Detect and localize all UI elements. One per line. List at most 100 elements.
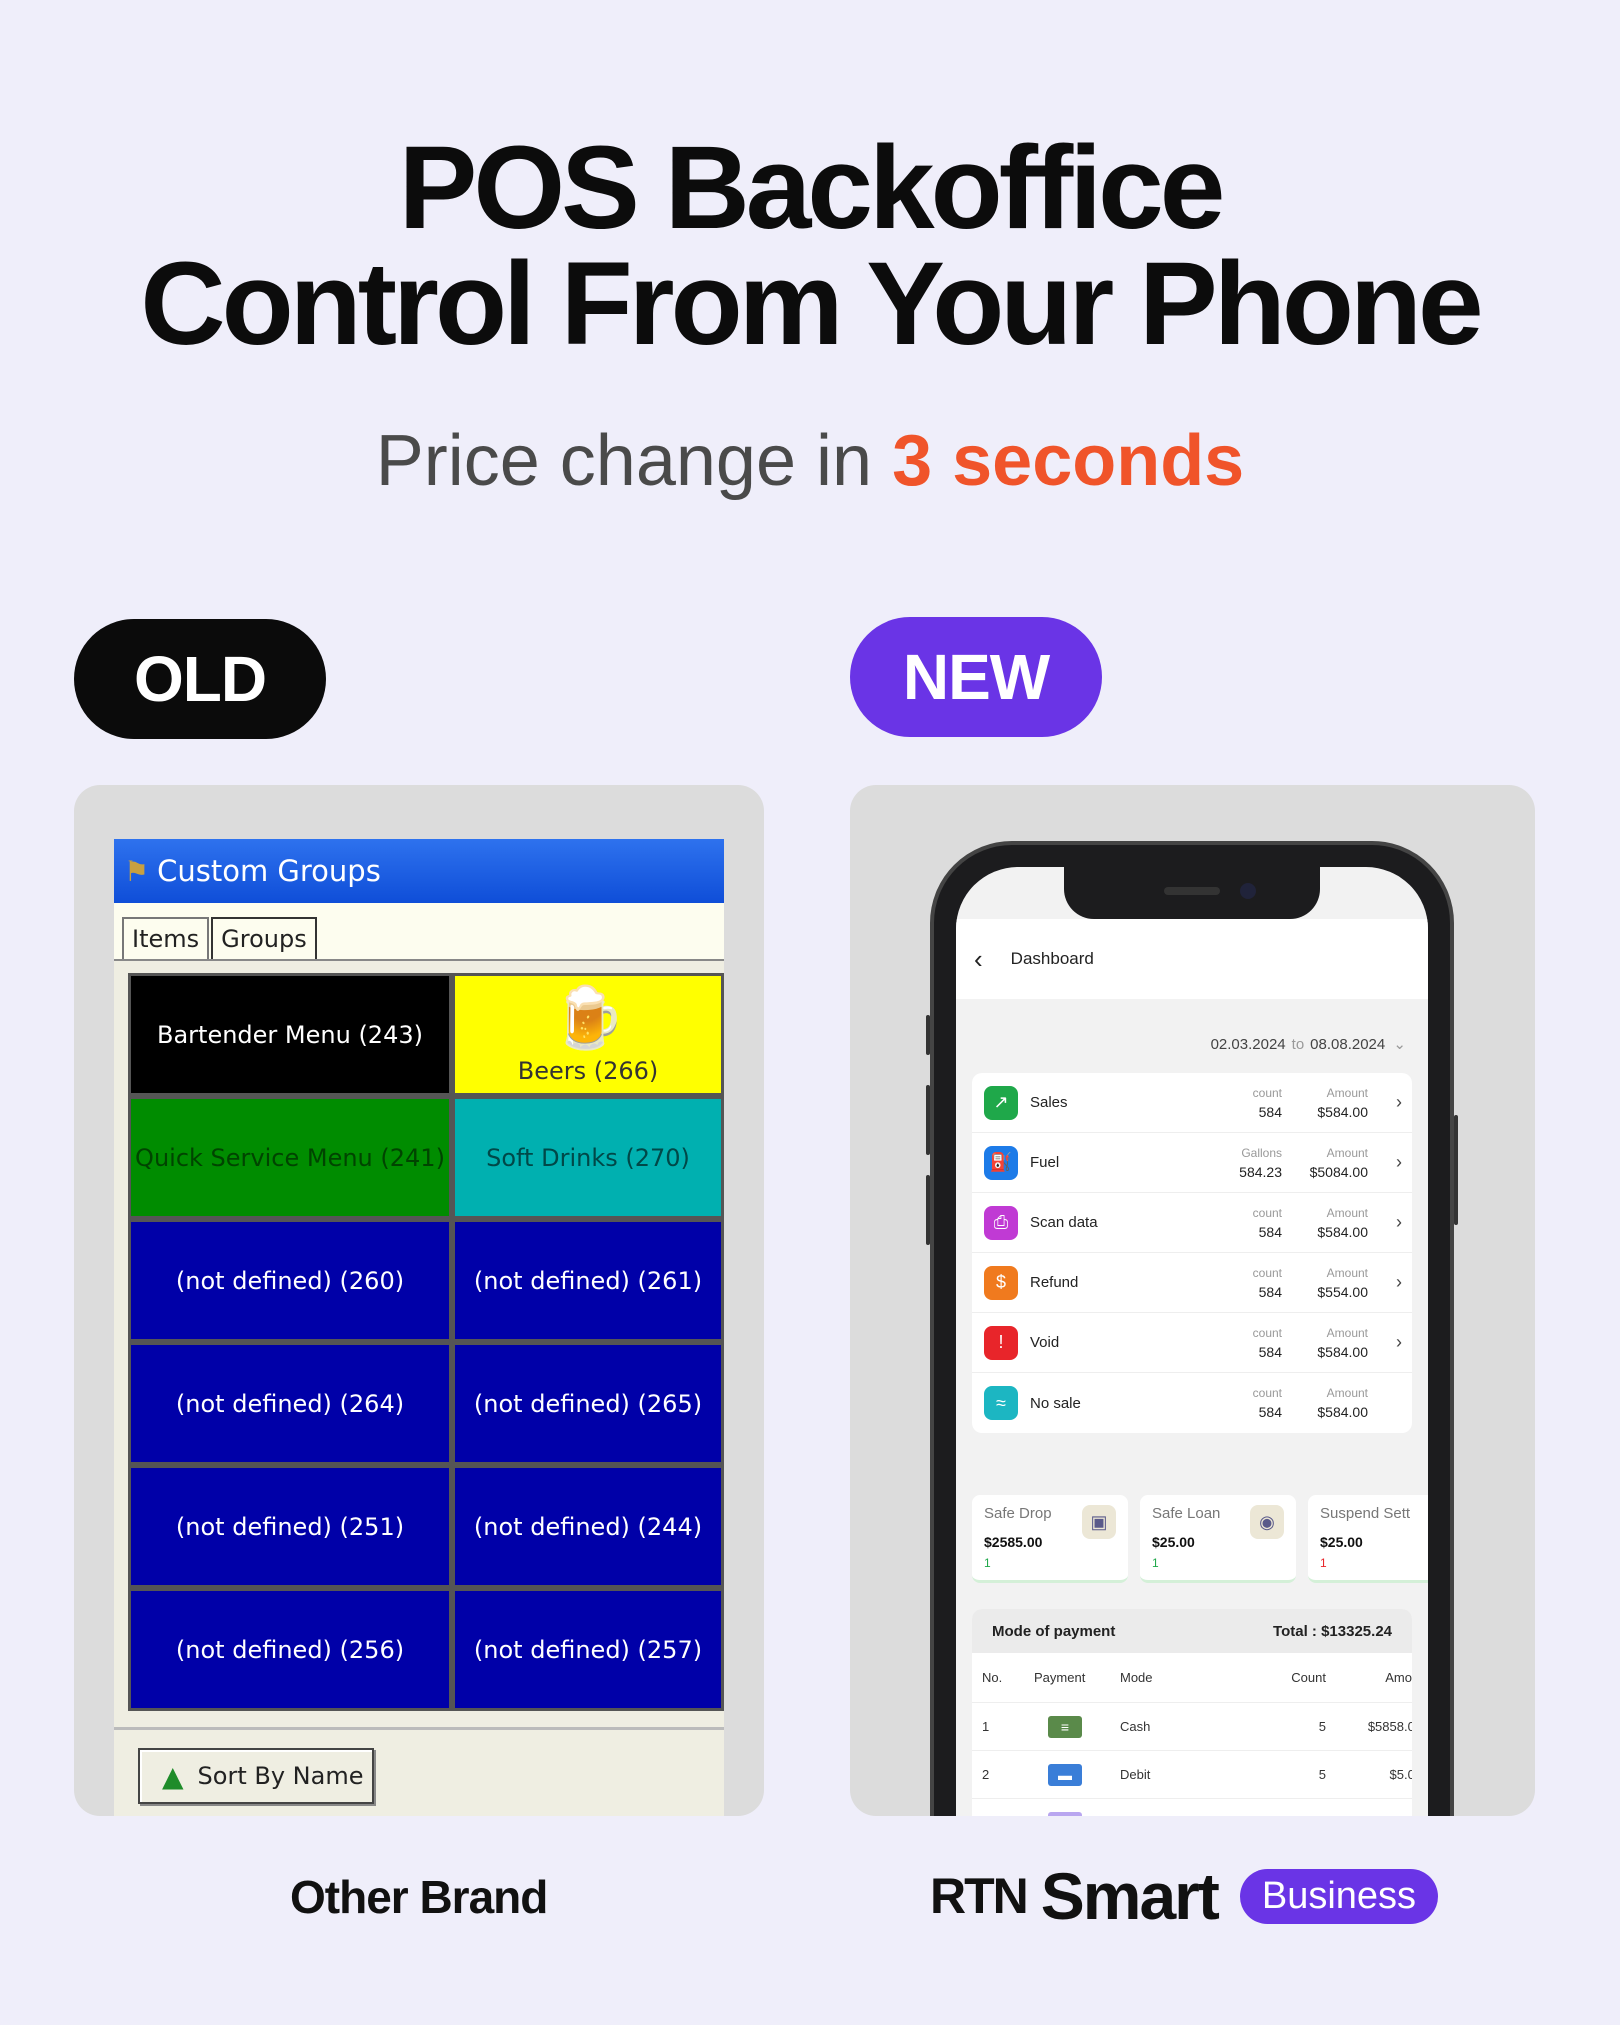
tab-items[interactable]: Items [122,917,210,959]
metric-amount: Amount $584.00 [1317,1206,1368,1240]
metric-amount-value: $584.00 [1317,1343,1368,1360]
metric-amount: Amount $5084.00 [1310,1146,1368,1180]
brand-smart: Smart [1040,1859,1220,1933]
group-cell[interactable]: Bartender Menu (243) [128,973,452,1096]
date-to: 08.08.2024 [1310,1036,1386,1053]
group-cell[interactable]: 🍺 Beers (266) [452,973,724,1096]
metric-amount-caption: Amount [1326,1265,1368,1280]
metric-count: count 584 [1253,1206,1282,1240]
payment-amount: $5858.00 [1326,1719,1412,1734]
metric-count-caption: count [1252,1205,1282,1220]
payment-rows: 1 ≡ Cash 5 $5858.00 2▬Debit5$5.003▬Credit8$5.… [972,1703,1412,1816]
group-cell-label: (not defined) (257) [473,1635,703,1664]
group-grid: Bartender Menu (243) 🍺 Beers (266) Quick Se… [128,973,724,1711]
col-no: No. [982,1670,1003,1685]
metric-label: Sales [1030,1094,1068,1111]
group-cell[interactable]: (not defined) (257) [452,1588,724,1711]
summary-card[interactable]: Suspend Sett $25.00 1 [1308,1495,1428,1583]
brand-business-badge: Business [1239,1868,1439,1924]
card-count: 1 [1320,1556,1327,1570]
chevron-down-icon: ⌄ [1393,1036,1406,1053]
payment-row[interactable]: 2 ▬ Debit 5$5.00 [972,1751,1412,1799]
group-cell[interactable]: (not defined) (261) [452,1219,724,1342]
phone-screen: ‹ Dashboard 02.03.2024 to 08.08.2024 ⌄ ↗ Sa… [956,867,1428,1816]
group-cell[interactable]: (not defined) (256) [128,1588,452,1711]
group-cell-label: (not defined) (244) [473,1512,703,1541]
metric-row-void[interactable]: ! Void count 584 Amount $584.00 › [972,1313,1412,1373]
phone-mute-switch [926,1015,930,1055]
group-cell-label: Bartender Menu (243) [157,1020,423,1049]
cash-icon: ≡ [1048,1715,1082,1738]
safe-drop-icon: ▣ [1082,1505,1116,1539]
new-panel: ‹ Dashboard 02.03.2024 to 08.08.2024 ⌄ ↗ Sa… [850,785,1535,1816]
payment-mode: Credit [1120,1815,1240,1816]
metric-amount-caption: Amount [1326,1325,1368,1340]
back-arrow-icon[interactable]: ‹ [974,944,983,975]
chevron-right-icon[interactable]: › [1396,1332,1402,1353]
headline-line-2: Control From Your Phone [140,238,1483,370]
dashboard-title: Dashboard [1010,949,1094,968]
group-cell[interactable]: (not defined) (251) [128,1465,452,1588]
date-range-selector[interactable]: 02.03.2024 to 08.08.2024 ⌄ [1211,1035,1406,1053]
group-cell[interactable]: (not defined) (265) [452,1342,724,1465]
metric-count-value: 584 [1258,1343,1282,1360]
group-cell-label: (not defined) (256) [175,1635,405,1664]
tab-groups[interactable]: Groups [211,917,317,959]
payment-title: Mode of payment [992,1622,1116,1640]
metric-amount-value: $584.00 [1317,1223,1368,1240]
sort-by-name-button[interactable]: ▲ Sort By Name [138,1748,374,1804]
chevron-right-icon[interactable]: › [1396,1212,1402,1233]
card-value: $25.00 [1320,1534,1363,1550]
phone-frame: ‹ Dashboard 02.03.2024 to 08.08.2024 ⌄ ↗ Sa… [926,841,1458,1816]
sort-button-label: Sort By Name [197,1762,364,1790]
metric-amount: Amount $584.00 [1317,1386,1368,1420]
metric-row-refund[interactable]: $ Refund count 584 Amount $554.00 › [972,1253,1412,1313]
summary-card[interactable]: Safe Drop $2585.00 1 ▣ [972,1495,1128,1583]
col-mode: Mode [1120,1670,1153,1685]
metric-label: Refund [1030,1274,1079,1291]
metric-label: Void [1030,1334,1060,1351]
summary-card[interactable]: Safe Loan $25.00 1 ◉ [1140,1495,1296,1583]
chevron-right-icon[interactable]: › [1396,1092,1402,1113]
card-count: 1 [984,1556,991,1570]
summary-cards: Safe Drop $2585.00 1 ▣ Safe Loan $25.00 1 ◉ Susp… [972,1495,1428,1583]
payment-row[interactable]: 1 ≡ Cash 5$5858.00 [972,1703,1412,1751]
group-cell[interactable]: (not defined) (260) [128,1219,452,1342]
metric-count-value: 584 [1258,1223,1282,1240]
metric-count-caption: count [1252,1325,1282,1340]
group-cell[interactable]: (not defined) (244) [452,1465,724,1588]
headline-line-1: POS Backoffice [398,122,1226,254]
metric-amount-caption: Amount [1326,1145,1368,1160]
debit-card-icon: ▬ [1048,1763,1082,1786]
group-cell-label: Soft Drinks (270) [486,1143,690,1172]
metric-label: No sale [1030,1394,1081,1412]
payment-row[interactable]: 3 ▬ Credit8$5.00 [972,1799,1412,1816]
metric-row-scan-data[interactable]: ⎙ Scan data count 584 Amount $584.00 › [972,1193,1412,1253]
metric-row-sales[interactable]: ↗ Sales count 584 Amount $584.00 › [972,1073,1412,1133]
metric-amount-caption: Amount [1326,1386,1368,1400]
app-header: ‹ Dashboard [956,919,1428,999]
metric-amount-value: $5084.00 [1309,1163,1368,1180]
headline: POS Backoffice Control From Your Phone [0,122,1620,370]
group-cell[interactable]: (not defined) (264) [128,1342,452,1465]
chevron-right-icon[interactable]: › [1396,1272,1402,1293]
group-cell[interactable]: Soft Drinks (270) [452,1096,724,1219]
payment-count: 8 [1240,1815,1326,1816]
window-tabs: Items Groups [114,903,724,961]
group-cell[interactable]: Quick Service Menu (241) [128,1096,452,1219]
rtn-smart-logo: RTN Smart Business [930,1858,1439,1934]
col-amount: Amount [1385,1670,1412,1685]
payment-no: 1 [982,1719,990,1734]
payment-mode: Cash [1120,1719,1151,1734]
payment-no: 3 [982,1815,1034,1816]
mode-of-payment-table: Mode of payment Total : $13325.24 No. Pa… [972,1609,1412,1816]
metric-row-fuel[interactable]: ⛽ Fuel Gallons 584.23 Amount $5084.00 › [972,1133,1412,1193]
metric-amount-value: $554.00 [1317,1283,1368,1300]
metric-row-no-sale: ≈ No sale count 584 Amount $584.00 [972,1373,1412,1433]
card-title: Suspend Sett [1320,1505,1411,1522]
col-payment: Payment [1034,1670,1086,1685]
payment-count: 5 [1318,1767,1326,1782]
metric-count-caption: count [1252,1085,1282,1100]
chevron-right-icon[interactable]: › [1396,1152,1402,1173]
date-to-word: to [1291,1036,1305,1053]
